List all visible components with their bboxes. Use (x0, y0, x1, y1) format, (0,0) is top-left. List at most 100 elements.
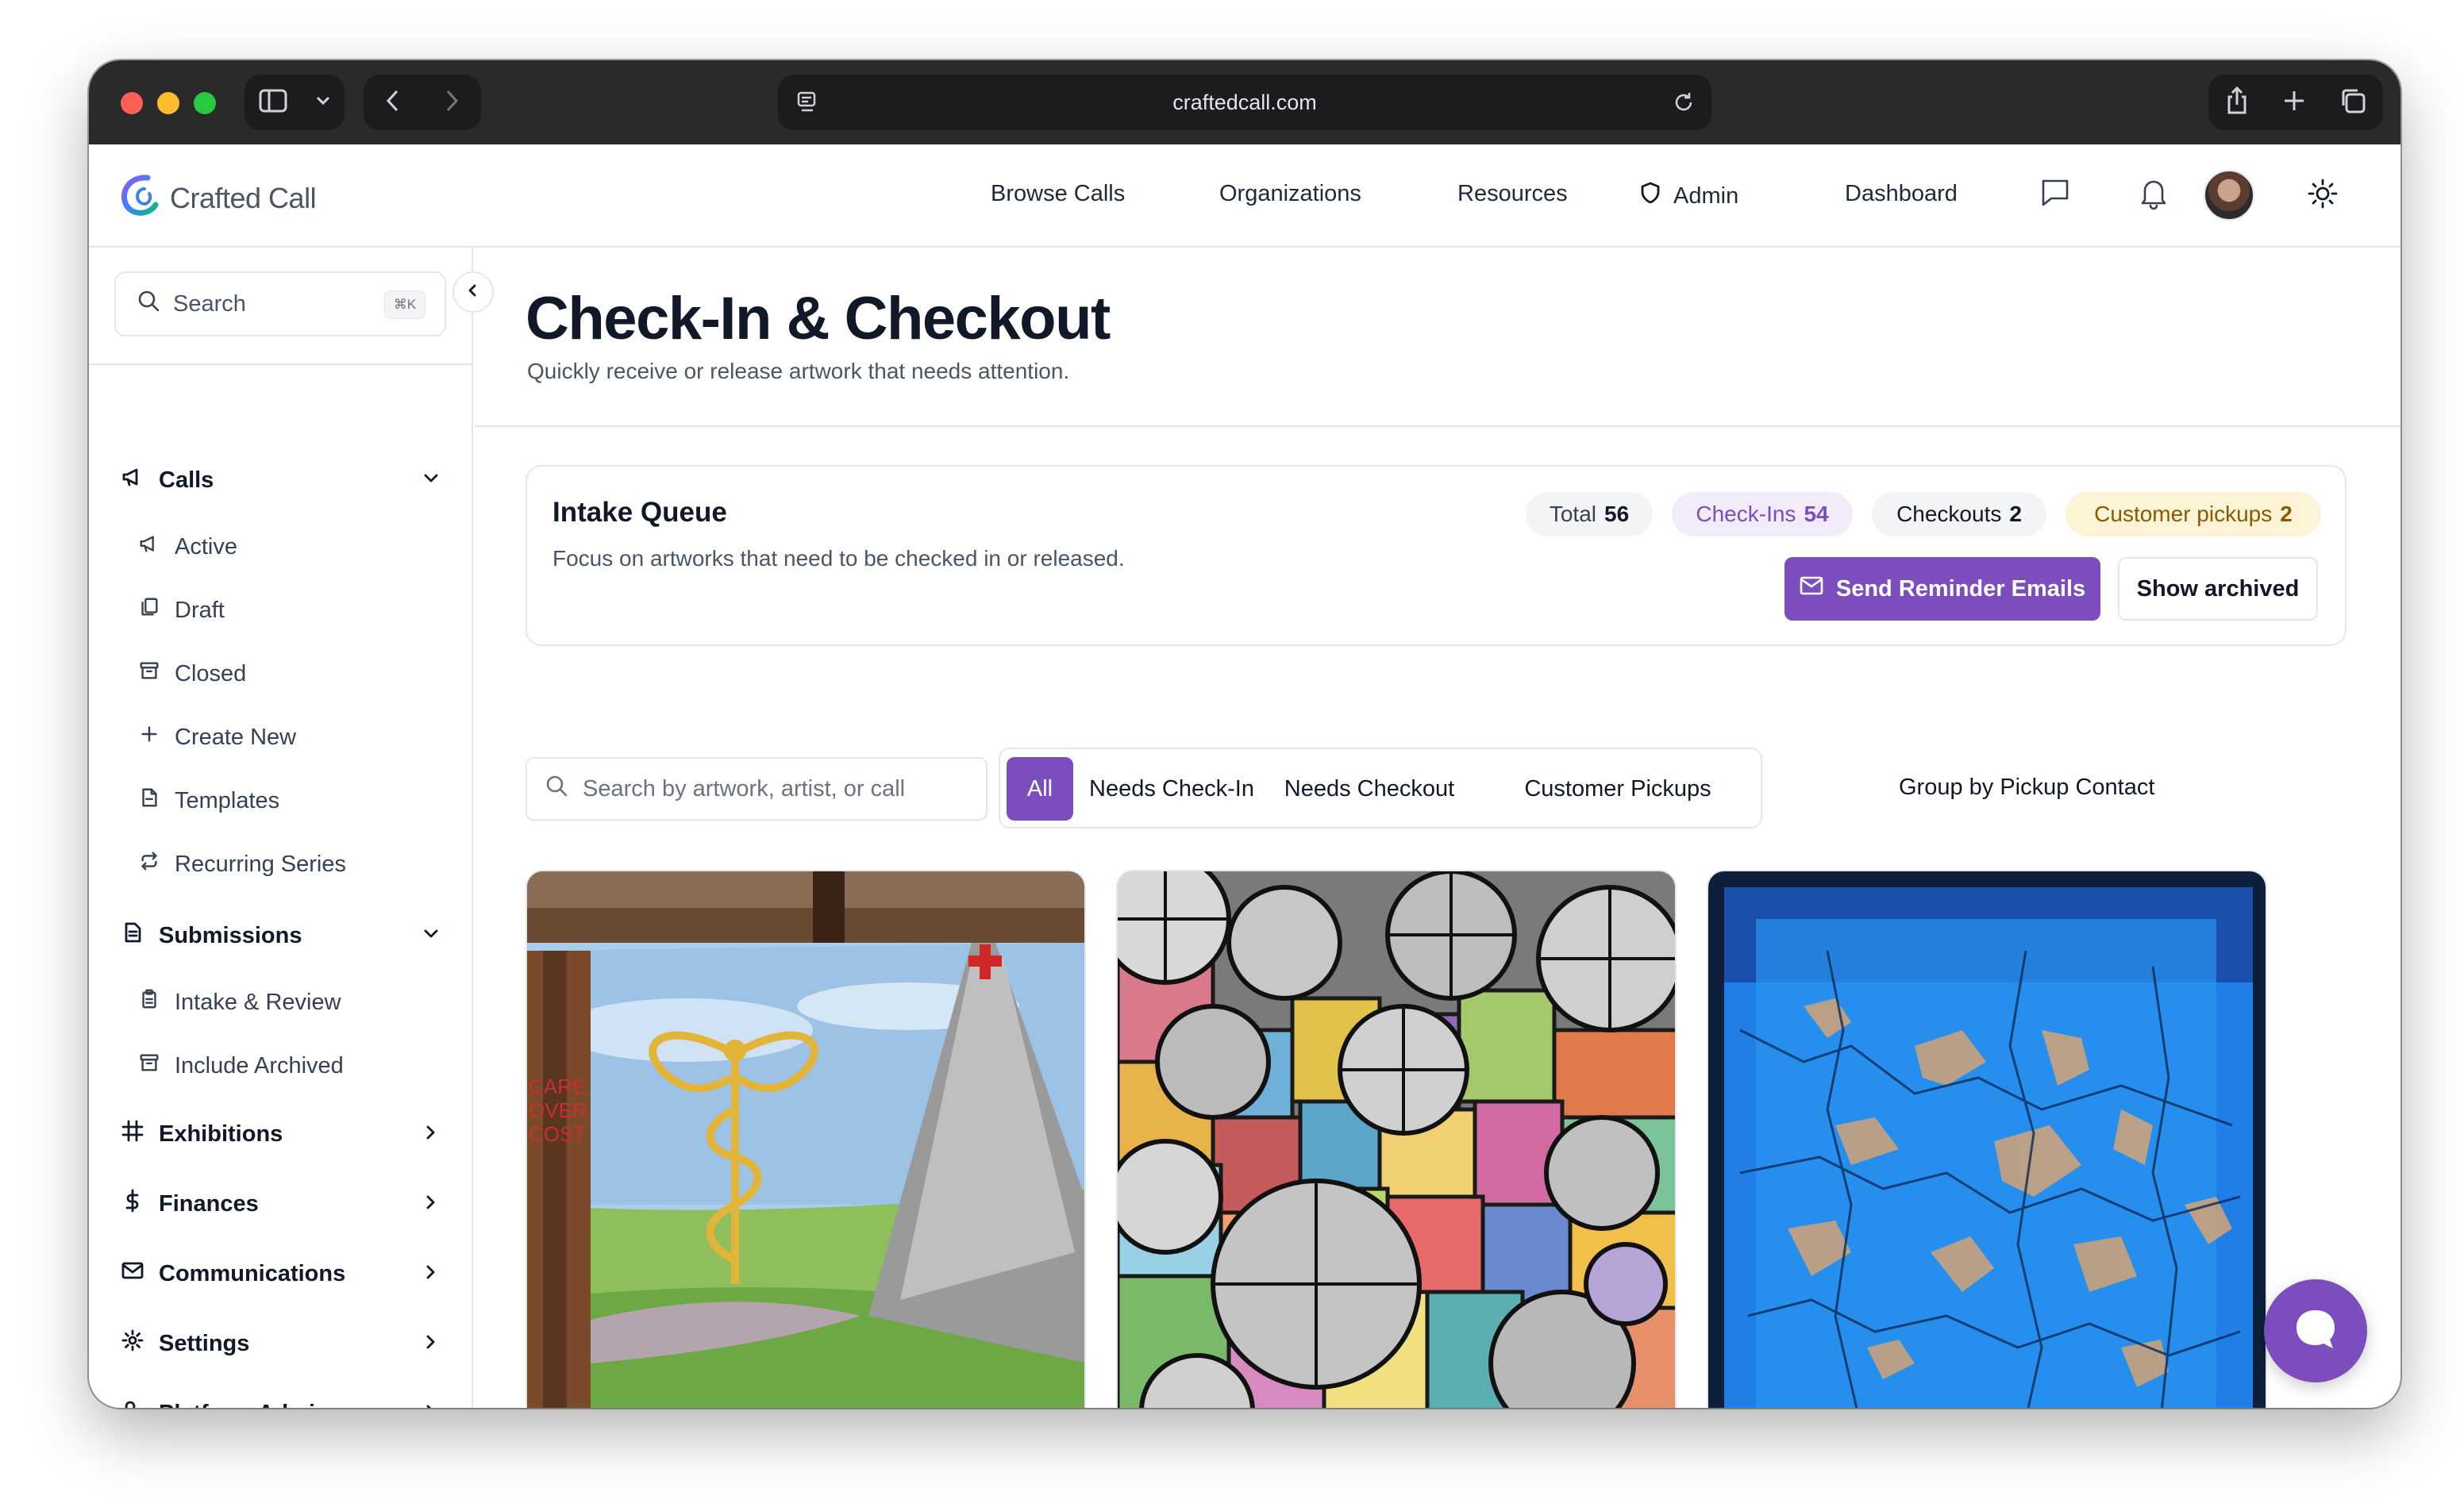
tab-needs-check-in[interactable]: Needs Check-In (1084, 757, 1259, 821)
chat-icon (2290, 1304, 2341, 1359)
sidebar-section-label: Exhibitions (159, 1121, 283, 1147)
artwork-card-2[interactable] (1116, 870, 1677, 1408)
brand-logo[interactable]: Crafted Call (116, 171, 317, 225)
artwork-image-3 (1708, 871, 2266, 1408)
brand-name: Crafted Call (170, 181, 317, 214)
artwork-card-3[interactable] (1707, 870, 2267, 1408)
copy-doc-icon (138, 596, 160, 625)
sidebar-item-label: Create New (175, 724, 297, 750)
sidebar-section-settings[interactable]: Settings (121, 1324, 441, 1363)
chevron-right-icon (421, 1122, 441, 1149)
share-icon[interactable] (2224, 86, 2250, 120)
send-reminder-label: Send Reminder Emails (1835, 575, 2086, 602)
sidebar: Search ⌘K Calls Active Draft Closed Crea… (89, 248, 473, 1408)
sidebar-item-include-archived[interactable]: Include Archived (138, 1046, 344, 1086)
sidebar-item-label: Draft (175, 597, 225, 623)
show-archived-button[interactable]: Show archived (2118, 557, 2318, 621)
sidebar-toggle-group[interactable] (244, 75, 345, 130)
shield-icon (1638, 181, 1662, 211)
mail-icon (121, 1259, 144, 1289)
artwork-image-2 (1118, 871, 1675, 1408)
sidebar-toggle-icon[interactable] (258, 88, 288, 117)
logo-swirl-icon (116, 171, 165, 225)
svg-text:OVER: OVER (529, 1098, 587, 1122)
chevron-down-icon[interactable] (315, 95, 331, 110)
tab-all[interactable]: All (1007, 757, 1073, 821)
send-reminder-emails-button[interactable]: Send Reminder Emails (1784, 557, 2100, 621)
browser-titlebar: craftedcall.com (89, 60, 2400, 144)
close-window-button[interactable] (121, 92, 143, 114)
sidebar-search-placeholder: Search (173, 290, 246, 317)
sidebar-section-submissions[interactable]: Submissions (121, 916, 441, 955)
hash-frame-icon (121, 1119, 144, 1149)
search-icon (137, 289, 160, 319)
sidebar-item-active[interactable]: Active (138, 527, 237, 567)
zoom-window-button[interactable] (194, 92, 216, 114)
sidebar-section-submissions-label: Submissions (159, 922, 302, 948)
sidebar-item-label: Include Archived (175, 1052, 344, 1078)
sidebar-section-label: Finances (159, 1190, 259, 1217)
tab-needs-checkout[interactable]: Needs Checkout (1265, 757, 1473, 821)
sidebar-item-closed[interactable]: Closed (138, 654, 246, 694)
sidebar-item-label: Intake & Review (175, 989, 341, 1015)
sidebar-section-platform-admin[interactable]: Platform Admin (121, 1394, 441, 1408)
sidebar-section-calls[interactable]: Calls (121, 460, 441, 500)
sidebar-search[interactable]: Search ⌘K (114, 271, 446, 336)
nav-browse-calls-label: Browse Calls (991, 181, 1126, 206)
sidebar-item-templates[interactable]: Templates (138, 781, 279, 821)
artwork-search-input[interactable]: Search by artwork, artist, or call (526, 757, 988, 821)
sidebar-section-communications[interactable]: Communications (121, 1254, 441, 1294)
checkins-label: Check-Ins (1696, 502, 1796, 526)
messages-icon[interactable] (2037, 175, 2073, 215)
sidebar-item-label: Closed (175, 660, 247, 686)
chat-support-button[interactable] (2264, 1279, 2367, 1382)
group-by-pickup-contact-button[interactable]: Group by Pickup Contact (1899, 775, 2154, 801)
chevron-right-icon (421, 1332, 441, 1359)
sidebar-item-draft[interactable]: Draft (138, 590, 225, 630)
new-tab-icon[interactable] (2282, 89, 2306, 117)
nav-dashboard[interactable]: Dashboard (1845, 181, 1958, 207)
sidebar-divider (89, 363, 472, 365)
tab-customer-pickups[interactable]: Customer Pickups (1481, 757, 1754, 821)
sidebar-section-exhibitions[interactable]: Exhibitions (121, 1114, 441, 1154)
nav-browse-calls[interactable]: Browse Calls (991, 181, 1125, 207)
chevron-right-icon (421, 1262, 441, 1289)
artwork-card-1[interactable]: CARE OVER COST (526, 870, 1086, 1408)
minimize-window-button[interactable] (157, 92, 179, 114)
nav-admin[interactable]: Admin (1638, 181, 1738, 211)
reload-icon[interactable] (1670, 89, 1697, 121)
sidebar-item-recurring-series[interactable]: Recurring Series (138, 844, 346, 884)
address-bar[interactable]: craftedcall.com (778, 75, 1711, 130)
total-label: Total (1549, 502, 1596, 526)
main-content: Check-In & Checkout Quickly receive or r… (475, 248, 2400, 1408)
nav-dashboard-label: Dashboard (1845, 181, 1958, 206)
artwork-image-1: CARE OVER COST (527, 871, 1084, 1408)
sidebar-item-create-new[interactable]: Create New (138, 717, 296, 757)
sidebar-item-intake-review[interactable]: Intake & Review (138, 982, 341, 1022)
bell-icon[interactable] (2135, 175, 2172, 215)
checkins-badge: Check-Ins 54 (1672, 492, 1853, 536)
user-avatar[interactable] (2204, 170, 2254, 221)
mail-icon (1800, 575, 1823, 602)
chevron-right-icon (421, 1401, 441, 1408)
plus-icon (138, 723, 160, 752)
clipboard-icon (138, 988, 160, 1017)
tab-overview-icon[interactable] (2339, 87, 2367, 119)
document-list-icon (121, 921, 144, 951)
search-icon (545, 774, 568, 804)
total-value: 56 (1604, 502, 1630, 526)
artwork-search-placeholder: Search by artwork, artist, or call (583, 775, 906, 802)
sidebar-section-finances[interactable]: Finances (121, 1184, 441, 1224)
page-settings-icon[interactable] (794, 89, 821, 121)
nav-organizations[interactable]: Organizations (1219, 181, 1361, 207)
megaphone-icon (138, 533, 160, 561)
app-header: Crafted Call Browse Calls Organizations … (89, 144, 2400, 248)
collapse-sidebar-button[interactable] (452, 271, 494, 313)
pickups-value: 2 (2280, 502, 2293, 526)
nav-resources-label: Resources (1457, 181, 1568, 206)
forward-icon[interactable] (444, 88, 460, 117)
nav-resources[interactable]: Resources (1457, 181, 1568, 207)
back-icon[interactable] (385, 88, 401, 117)
sun-theme-icon[interactable] (2307, 178, 2339, 213)
nav-organizations-label: Organizations (1219, 181, 1361, 206)
